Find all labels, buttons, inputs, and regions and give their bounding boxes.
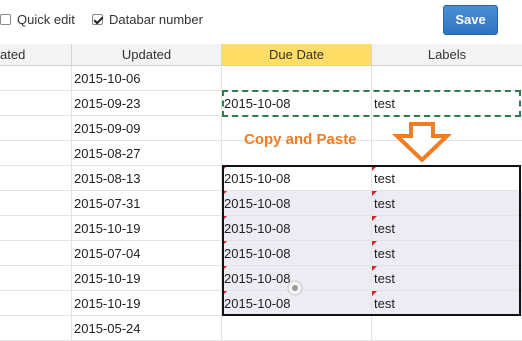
table-row: 2015-10-19 2015-10-08 test (0, 266, 522, 291)
table-cell-partial[interactable] (0, 241, 72, 266)
table-cell-updated[interactable]: 2015-08-13 (72, 166, 222, 191)
comment-flag-icon (372, 191, 377, 196)
table-cell-due-date[interactable]: 2015-10-08 (222, 216, 372, 241)
table-row: 2015-10-19 2015-10-08 test (0, 291, 522, 316)
table-cell-partial[interactable] (0, 216, 72, 241)
column-header-partial[interactable]: ated (0, 44, 72, 66)
table-cell-partial[interactable] (0, 191, 72, 216)
table-cell-partial[interactable] (0, 141, 72, 166)
table-cell-due-date[interactable]: 2015-10-08 (222, 166, 372, 191)
table-cell-updated[interactable]: 2015-09-09 (72, 116, 222, 141)
comment-flag-icon (372, 241, 377, 246)
column-header-due-date[interactable]: Due Date (222, 44, 372, 66)
comment-flag-icon (222, 216, 227, 221)
table-row: 2015-07-31 2015-10-08 test (0, 191, 522, 216)
databar-number-label: Databar number (109, 12, 203, 27)
save-button[interactable]: Save (443, 5, 498, 35)
table-row: 2015-10-06 (0, 66, 522, 91)
table-cell-due-date[interactable]: 2015-10-08 (222, 191, 372, 216)
table-cell-labels[interactable]: test (372, 166, 522, 191)
table-cell-due-date[interactable] (222, 316, 372, 341)
down-arrow-icon (392, 122, 452, 162)
table-cell-labels[interactable]: test (372, 91, 522, 116)
table-cell-updated[interactable]: 2015-10-19 (72, 291, 222, 316)
comment-flag-icon (372, 291, 377, 296)
table-cell-updated[interactable]: 2015-05-24 (72, 316, 222, 341)
table-cell-partial[interactable] (0, 316, 72, 341)
table-cell-labels[interactable]: test (372, 241, 522, 266)
table-cell-labels[interactable]: test (372, 191, 522, 216)
comment-flag-icon (222, 191, 227, 196)
table-cell-updated[interactable]: 2015-09-23 (72, 91, 222, 116)
toolbar: Quick edit Databar number Save (0, 0, 522, 44)
table-cell-due-date[interactable]: 2015-10-08 (222, 241, 372, 266)
comment-flag-icon (222, 266, 227, 271)
table-cell-updated[interactable]: 2015-10-19 (72, 266, 222, 291)
table-cell-partial[interactable] (0, 116, 72, 141)
table-cell-updated[interactable]: 2015-10-06 (72, 66, 222, 91)
quick-edit-label: Quick edit (17, 12, 75, 27)
table-cell-labels[interactable]: test (372, 216, 522, 241)
comment-flag-icon (222, 241, 227, 246)
table-cell-updated[interactable]: 2015-08-27 (72, 141, 222, 166)
comment-flag-icon (372, 166, 377, 171)
table-cell-labels[interactable] (372, 66, 522, 91)
table-cell-partial[interactable] (0, 291, 72, 316)
fill-handle-icon[interactable] (286, 279, 304, 297)
table-cell-updated[interactable]: 2015-07-31 (72, 191, 222, 216)
table-cell-updated[interactable]: 2015-07-04 (72, 241, 222, 266)
column-header-labels[interactable]: Labels (372, 44, 522, 66)
table-row: 2015-05-24 (0, 316, 522, 341)
table-cell-partial[interactable] (0, 91, 72, 116)
copy-paste-annotation: Copy and Paste (244, 131, 357, 148)
table-cell-due-date[interactable]: 2015-10-08 (222, 91, 372, 116)
table-cell-labels[interactable]: test (372, 291, 522, 316)
comment-flag-icon (222, 291, 227, 296)
table-cell-partial[interactable] (0, 66, 72, 91)
quick-edit-checkbox[interactable] (0, 14, 11, 25)
table-row: 2015-08-13 2015-10-08 test (0, 166, 522, 191)
table-row: 2015-07-04 2015-10-08 test (0, 241, 522, 266)
table-cell-partial[interactable] (0, 166, 72, 191)
table-cell-partial[interactable] (0, 266, 72, 291)
table-row: 2015-10-19 2015-10-08 test (0, 216, 522, 241)
databar-number-checkbox[interactable] (92, 14, 103, 25)
table-cell-updated[interactable]: 2015-10-19 (72, 216, 222, 241)
table-cell-labels[interactable]: test (372, 266, 522, 291)
table-cell-due-date[interactable] (222, 66, 372, 91)
column-header-updated[interactable]: Updated (72, 44, 222, 66)
quick-edit-option[interactable]: Quick edit (0, 12, 75, 27)
databar-number-option[interactable]: Databar number (92, 12, 203, 27)
table-cell-labels[interactable] (372, 316, 522, 341)
comment-flag-icon (372, 216, 377, 221)
comment-flag-icon (222, 166, 227, 171)
table-row: 2015-09-23 2015-10-08 test (0, 91, 522, 116)
comment-flag-icon (372, 266, 377, 271)
